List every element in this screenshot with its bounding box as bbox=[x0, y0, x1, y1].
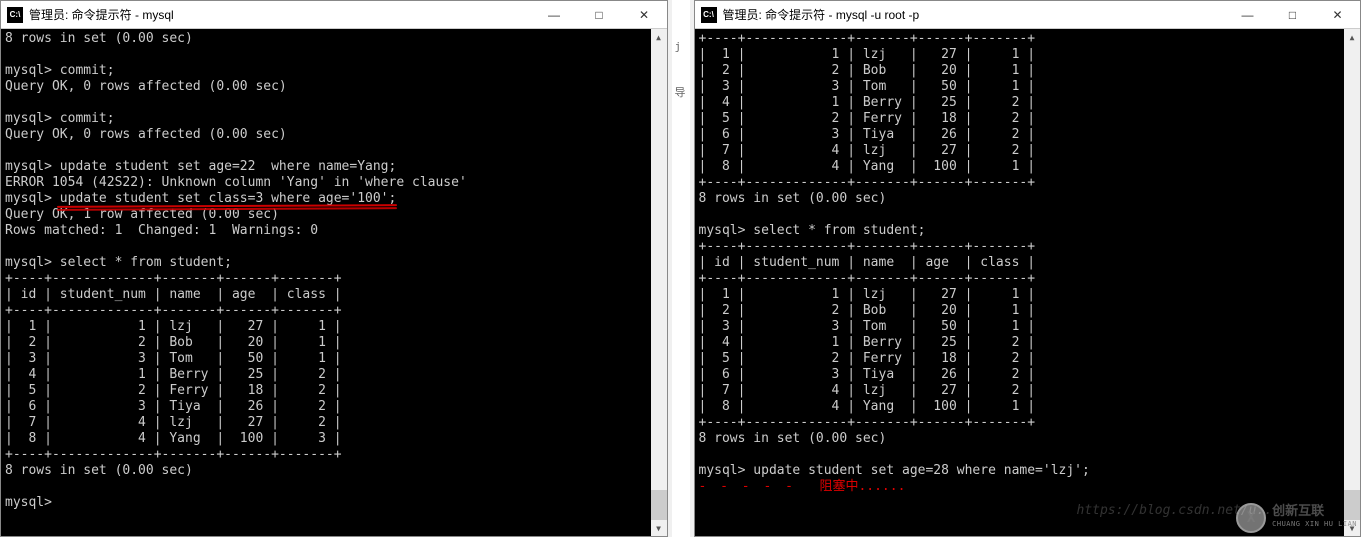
terminal-line: +----+-------------+-------+------+-----… bbox=[699, 271, 1357, 287]
middle-gap: j 导 bbox=[672, 0, 690, 537]
terminal-line: | 7 | 4 | lzj | 27 | 2 | bbox=[699, 383, 1357, 399]
terminal-line: mysql> commit; bbox=[5, 111, 663, 127]
terminal-line: | 4 | 1 | Berry | 25 | 2 | bbox=[5, 367, 663, 383]
watermark-line1: 创新互联 bbox=[1272, 506, 1357, 518]
scroll-up-icon[interactable]: ▲ bbox=[1344, 29, 1360, 45]
terminal-line: | 7 | 4 | lzj | 27 | 2 | bbox=[5, 415, 663, 431]
terminal-line: Rows matched: 1 Changed: 1 Warnings: 0 bbox=[5, 223, 663, 239]
terminal-line: +----+-------------+-------+------+-----… bbox=[699, 415, 1357, 431]
gap-marker bbox=[672, 62, 690, 84]
terminal-line: | 2 | 2 | Bob | 20 | 1 | bbox=[699, 303, 1357, 319]
terminal-line: +----+-------------+-------+------+-----… bbox=[5, 303, 663, 319]
terminal-line: | 7 | 4 | lzj | 27 | 2 | bbox=[699, 143, 1357, 159]
watermark-logo-icon: X bbox=[1236, 503, 1266, 533]
terminal-line bbox=[699, 447, 1357, 463]
terminal-line: +----+-------------+-------+------+-----… bbox=[699, 175, 1357, 191]
terminal-line: | 8 | 4 | Yang | 100 | 1 | bbox=[699, 399, 1357, 415]
terminal-line: | 3 | 3 | Tom | 50 | 1 | bbox=[699, 319, 1357, 335]
terminal-line bbox=[5, 143, 663, 159]
terminal-line: mysql> bbox=[5, 495, 663, 511]
terminal-line: Query OK, 0 rows affected (0.00 sec) bbox=[5, 79, 663, 95]
minimize-button[interactable]: — bbox=[1225, 1, 1270, 28]
terminal-line: | 4 | 1 | Berry | 25 | 2 | bbox=[699, 335, 1357, 351]
terminal-line bbox=[5, 47, 663, 63]
left-window-title: 管理员: 命令提示符 - mysql bbox=[29, 6, 532, 23]
terminal-line: | id | student_num | name | age | class … bbox=[699, 255, 1357, 271]
right-window-buttons: — □ ✕ bbox=[1225, 1, 1360, 28]
terminal-line: mysql> select * from student; bbox=[699, 223, 1357, 239]
left-terminal-window: C:\ 管理员: 命令提示符 - mysql — □ ✕ 8 rows in s… bbox=[0, 0, 668, 537]
scroll-down-icon[interactable]: ▼ bbox=[651, 520, 667, 536]
scroll-track[interactable] bbox=[1344, 45, 1360, 520]
terminal-line: | 6 | 3 | Tiya | 26 | 2 | bbox=[5, 399, 663, 415]
terminal-line: | 5 | 2 | Ferry | 18 | 2 | bbox=[699, 351, 1357, 367]
scroll-track[interactable] bbox=[651, 45, 667, 520]
blocking-annotation: - - - - - 阻塞中...... bbox=[699, 479, 1357, 495]
terminal-line: | 2 | 2 | Bob | 20 | 1 | bbox=[5, 335, 663, 351]
terminal-line: | 1 | 1 | lzj | 27 | 1 | bbox=[699, 47, 1357, 63]
blocking-text: 阻塞中...... bbox=[819, 479, 905, 494]
right-window-title: 管理员: 命令提示符 - mysql -u root -p bbox=[723, 6, 1226, 23]
terminal-line bbox=[699, 207, 1357, 223]
terminal-line: | 5 | 2 | Ferry | 18 | 2 | bbox=[5, 383, 663, 399]
cmd-icon: C:\ bbox=[701, 7, 717, 23]
terminal-line: +----+-------------+-------+------+-----… bbox=[699, 31, 1357, 47]
watermark: X 创新互联 CHUANG XIN HU LIAN bbox=[1236, 503, 1357, 533]
terminal-line: | id | student_num | name | age | class … bbox=[5, 287, 663, 303]
terminal-line: | 2 | 2 | Bob | 20 | 1 | bbox=[699, 63, 1357, 79]
watermark-line2: CHUANG XIN HU LIAN bbox=[1272, 518, 1357, 530]
terminal-line: ERROR 1054 (42S22): Unknown column 'Yang… bbox=[5, 175, 663, 191]
left-title-bar[interactable]: C:\ 管理员: 命令提示符 - mysql — □ ✕ bbox=[1, 1, 667, 29]
terminal-line: | 8 | 4 | Yang | 100 | 1 | bbox=[699, 159, 1357, 175]
terminal-line: mysql> commit; bbox=[5, 63, 663, 79]
terminal-line: +----+-------------+-------+------+-----… bbox=[5, 447, 663, 463]
right-title-bar[interactable]: C:\ 管理员: 命令提示符 - mysql -u root -p — □ ✕ bbox=[695, 1, 1361, 29]
terminal-line: | 3 | 3 | Tom | 50 | 1 | bbox=[699, 79, 1357, 95]
red-dashes: - - - - - bbox=[699, 479, 796, 494]
close-button[interactable]: ✕ bbox=[622, 1, 667, 28]
terminal-line: 8 rows in set (0.00 sec) bbox=[5, 31, 663, 47]
scroll-thumb[interactable] bbox=[651, 490, 667, 520]
left-window-buttons: — □ ✕ bbox=[532, 1, 667, 28]
maximize-button[interactable]: □ bbox=[1270, 1, 1315, 28]
terminal-line: | 3 | 3 | Tom | 50 | 1 | bbox=[5, 351, 663, 367]
left-terminal-body[interactable]: 8 rows in set (0.00 sec) mysql> commit;Q… bbox=[1, 29, 667, 536]
terminal-line bbox=[5, 239, 663, 255]
terminal-line: | 6 | 3 | Tiya | 26 | 2 | bbox=[699, 127, 1357, 143]
terminal-line: 8 rows in set (0.00 sec) bbox=[699, 431, 1357, 447]
terminal-line: | 8 | 4 | Yang | 100 | 3 | bbox=[5, 431, 663, 447]
terminal-line: | 4 | 1 | Berry | 25 | 2 | bbox=[699, 95, 1357, 111]
right-terminal-window: C:\ 管理员: 命令提示符 - mysql -u root -p — □ ✕ … bbox=[694, 0, 1361, 537]
left-scrollbar[interactable]: ▲ ▼ bbox=[651, 29, 667, 536]
terminal-line: mysql> select * from student; bbox=[5, 255, 663, 271]
gap-marker: 导 bbox=[672, 84, 690, 106]
terminal-line bbox=[5, 95, 663, 111]
right-scrollbar[interactable]: ▲ ▼ bbox=[1344, 29, 1360, 536]
terminal-line: 8 rows in set (0.00 sec) bbox=[699, 191, 1357, 207]
scroll-up-icon[interactable]: ▲ bbox=[651, 29, 667, 45]
terminal-line: | 5 | 2 | Ferry | 18 | 2 | bbox=[699, 111, 1357, 127]
terminal-line bbox=[5, 479, 663, 495]
minimize-button[interactable]: — bbox=[532, 1, 577, 28]
terminal-line: | 1 | 1 | lzj | 27 | 1 | bbox=[5, 319, 663, 335]
cmd-icon: C:\ bbox=[7, 7, 23, 23]
terminal-line: | 6 | 3 | Tiya | 26 | 2 | bbox=[699, 367, 1357, 383]
terminal-line: mysql> update student set age=28 where n… bbox=[699, 463, 1357, 479]
terminal-line: +----+-------------+-------+------+-----… bbox=[699, 239, 1357, 255]
windows-container: C:\ 管理员: 命令提示符 - mysql — □ ✕ 8 rows in s… bbox=[0, 0, 1361, 537]
terminal-line: +----+-------------+-------+------+-----… bbox=[5, 271, 663, 287]
terminal-line: 8 rows in set (0.00 sec) bbox=[5, 463, 663, 479]
maximize-button[interactable]: □ bbox=[577, 1, 622, 28]
right-terminal-body[interactable]: +----+-------------+-------+------+-----… bbox=[695, 29, 1361, 536]
close-button[interactable]: ✕ bbox=[1315, 1, 1360, 28]
terminal-line: | 1 | 1 | lzj | 27 | 1 | bbox=[699, 287, 1357, 303]
watermark-text: 创新互联 CHUANG XIN HU LIAN bbox=[1272, 506, 1357, 530]
terminal-line: mysql> update student set age=22 where n… bbox=[5, 159, 663, 175]
gap-marker: j bbox=[672, 40, 690, 62]
terminal-line: Query OK, 0 rows affected (0.00 sec) bbox=[5, 127, 663, 143]
